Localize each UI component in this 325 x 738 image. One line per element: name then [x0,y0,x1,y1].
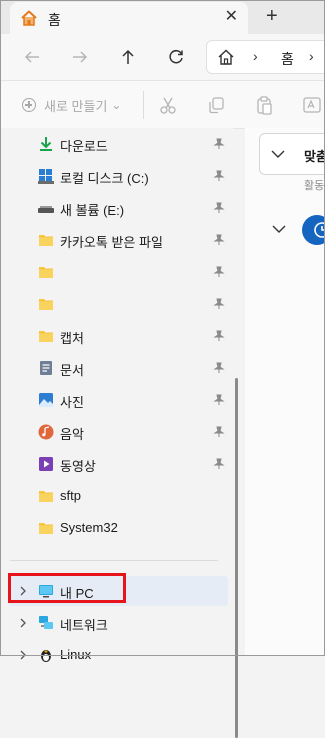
sidebar-item-pictures[interactable]: 사진 [8,385,228,415]
sidebar-item-captures[interactable]: 캡처 [8,321,228,351]
home-outline-icon [218,49,234,65]
home-icon [21,10,37,26]
arrow-up-icon [122,49,134,64]
sidebar-item-system32[interactable]: System32 [8,513,228,543]
sidebar-item-music[interactable]: 음악 [8,417,228,447]
pin-icon[interactable] [213,266,225,278]
sidebar-item-label: 음악 [60,427,84,442]
rename-icon[interactable] [302,95,322,115]
sidebar-item-label: 새 볼륨 (E:) [60,203,125,218]
close-tab-icon[interactable]: ✕ [225,8,238,26]
pin-icon[interactable] [213,394,225,406]
back-button[interactable] [20,45,44,69]
folder-icon [39,331,53,342]
sidebar-item-label: sftp [60,488,81,503]
new-button[interactable]: 새로 만들기 ⌄ [22,95,121,115]
sidebar-item-folder[interactable] [8,289,228,319]
sidebar-item-label: System32 [60,520,118,535]
chevron-down-icon: ⌄ [111,98,122,112]
arrow-left-icon [24,51,39,63]
sidebar-item-label: 네트워크 [60,618,108,633]
chevron-right-icon[interactable] [18,617,28,629]
navigation-bar: › 홈 › [0,34,325,81]
drive-icon [38,169,54,184]
folder-icon [39,235,53,246]
sidebar-item-local-disk-c[interactable]: 로컬 디스크 (C:) [8,161,228,191]
command-bar: 새로 만들기 ⌄ [0,81,325,129]
drive-icon [38,206,54,213]
sidebar-item-label: Linux [60,647,92,662]
sidebar-item-documents[interactable]: 문서 [8,353,228,383]
title-bar: 홈 ✕ + [0,0,325,34]
videos-icon [39,457,53,471]
plus-circle-icon [22,98,36,112]
arrow-right-icon [73,51,88,63]
pin-icon[interactable] [213,298,225,310]
sidebar-item-folder[interactable] [8,257,228,287]
chevron-right-icon[interactable] [18,649,28,661]
pin-icon[interactable] [213,458,225,470]
cut-icon[interactable] [158,95,178,115]
sidebar-item-videos[interactable]: 동영상 [8,449,228,479]
download-icon [40,137,52,151]
content-pane: 맞춤 활동 [245,128,325,656]
pin-icon[interactable] [213,330,225,342]
chevron-down-icon[interactable] [270,148,286,160]
sidebar-item-sftp[interactable]: sftp [8,481,228,511]
folder-icon [39,491,53,502]
breadcrumb-home[interactable]: 홈 [281,49,294,69]
pin-icon[interactable] [213,362,225,374]
sidebar-item-label: 로컬 디스크 (C:) [60,171,149,186]
documents-icon [40,361,52,375]
folder-icon [39,523,53,534]
breadcrumb-separator: › [309,48,314,64]
sidebar-item-label: 카카오톡 받은 파일 [60,235,163,250]
card-subtitle: 활동 [304,180,325,192]
chevron-down-icon[interactable] [272,224,286,234]
pin-icon[interactable] [213,170,225,182]
tab-home[interactable]: 홈 ✕ [10,2,248,34]
sidebar-item-new-volume-e[interactable]: 새 볼륨 (E:) [8,193,228,223]
pin-icon[interactable] [213,234,225,246]
pin-icon[interactable] [213,202,225,214]
add-tab-icon[interactable]: + [266,5,278,27]
command-divider [143,91,144,119]
sidebar-item-kakaotalk-files[interactable]: 카카오톡 받은 파일 [8,225,228,255]
up-button[interactable] [116,45,140,69]
address-bar[interactable]: › 홈 › [206,40,325,74]
sidebar-item-downloads[interactable]: 다운로드 [8,129,228,159]
pin-icon[interactable] [213,138,225,150]
refresh-button[interactable] [164,45,188,69]
refresh-icon [169,49,183,64]
recommended-section-card[interactable]: 맞춤 [259,133,325,175]
sidebar-item-label: 사진 [60,395,84,410]
network-icon [39,616,53,629]
sidebar-divider [10,560,218,561]
new-button-label: 새로 만들기 [44,98,108,114]
annotation-highlight-box [8,573,126,603]
tab-title: 홈 [48,12,61,28]
music-icon [38,424,54,440]
sidebar-item-linux[interactable]: Linux [8,640,228,670]
sidebar-item-label: 문서 [60,363,84,378]
pictures-icon [39,393,53,407]
paste-icon[interactable] [254,95,274,115]
sidebar-item-network[interactable]: 네트워크 [8,608,228,638]
folder-icon [39,299,53,310]
folder-icon [39,267,53,278]
sidebar-scrollbar[interactable] [235,378,238,738]
sidebar-item-label: 동영상 [60,459,96,474]
copy-icon[interactable] [206,95,226,115]
sidebar-item-label: 캡처 [60,331,84,346]
clock-icon [302,215,325,245]
card-title: 맞춤 [304,149,325,164]
breadcrumb-separator: › [253,48,258,64]
forward-button[interactable] [68,45,92,69]
linux-icon [41,650,51,662]
sidebar-item-label: 다운로드 [60,139,108,154]
pin-icon[interactable] [213,426,225,438]
